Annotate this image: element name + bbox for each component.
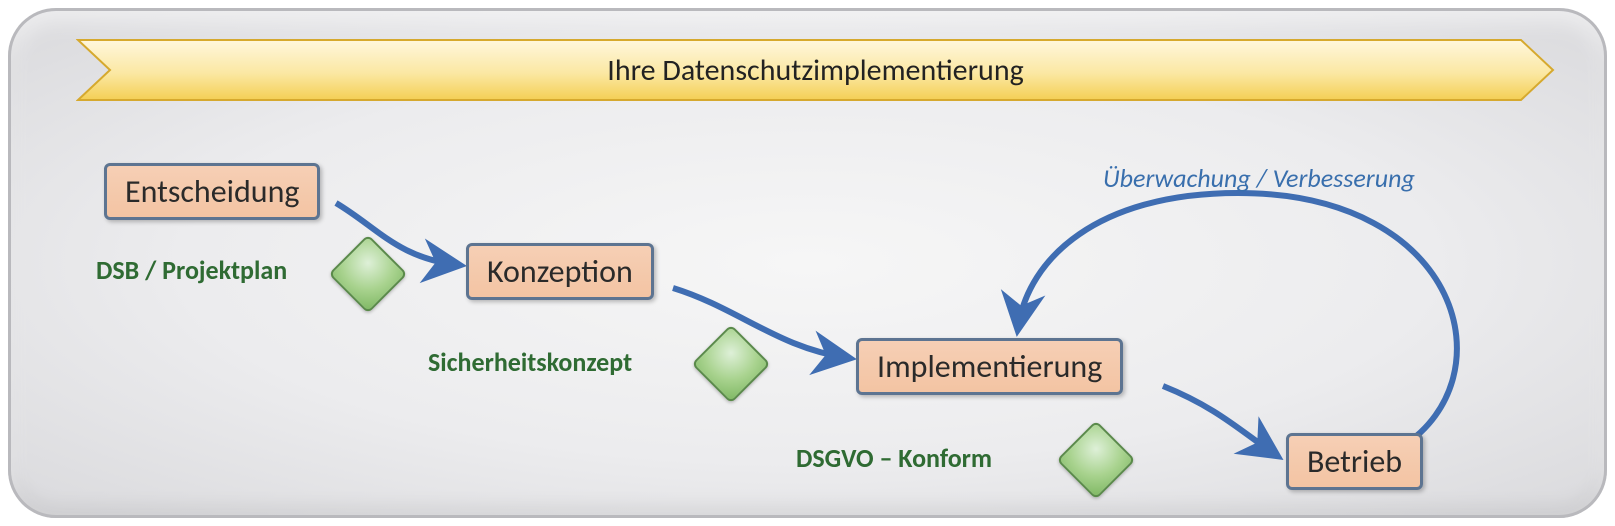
step-entscheidung: Entscheidung: [104, 163, 320, 220]
title-text: Ihre Datenschutzimplementierung: [76, 38, 1555, 102]
title-banner: Ihre Datenschutzimplementierung: [76, 38, 1555, 102]
step-betrieb: Betrieb: [1286, 433, 1423, 490]
milestone-label-dsb: DSB / Projektplan: [96, 254, 287, 286]
step-implementierung: Implementierung: [856, 338, 1123, 395]
feedback-label: Überwachung / Verbesserung: [1103, 162, 1415, 194]
diagram-container: Ihre Datenschutzimplementierung Entschei…: [8, 8, 1607, 518]
milestone-diamond-dsb: [340, 246, 392, 298]
milestone-label-dsgvo: DSGVO – Konform: [796, 442, 992, 474]
milestone-diamond-sicherheit: [703, 336, 755, 388]
milestone-label-sicherheit: Sicherheitskonzept: [428, 346, 632, 378]
milestone-diamond-dsgvo: [1068, 432, 1120, 484]
step-konzeption: Konzeption: [466, 243, 654, 300]
